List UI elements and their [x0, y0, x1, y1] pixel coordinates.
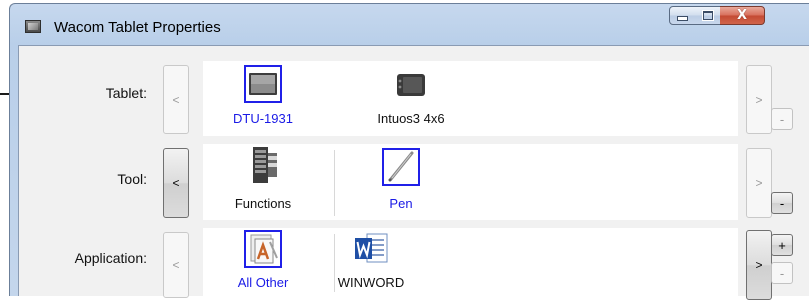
minimize-icon [677, 16, 688, 21]
chevron-left-icon: < [172, 92, 180, 107]
minus-icon: - [779, 111, 785, 127]
plus-icon: + [778, 237, 786, 253]
application-item-label: WINWORD [337, 275, 405, 290]
application-prev-button[interactable]: < [163, 232, 189, 298]
tool-item-label: Pen [389, 196, 413, 211]
minus-icon: - [779, 265, 785, 281]
tablet-item-label: DTU-1931 [233, 111, 293, 126]
remove-tablet-button[interactable]: - [771, 108, 793, 130]
properties-window: Wacom Tablet Properties X Tablet: < DTU-… [9, 3, 809, 300]
application-list: All Other WINWORD [203, 228, 738, 298]
app-icon [25, 20, 41, 33]
tool-item-pen[interactable]: Pen [341, 144, 461, 220]
pen-icon [382, 148, 420, 186]
chevron-left-icon: < [172, 176, 180, 190]
tool-separator [334, 150, 335, 216]
remove-tool-button[interactable]: - [771, 192, 793, 214]
application-item-all-other[interactable]: All Other [203, 228, 323, 298]
word-icon [352, 230, 390, 268]
chevron-left-icon: < [172, 258, 180, 272]
minus-icon: - [779, 195, 785, 211]
close-button[interactable]: X [720, 6, 765, 25]
chevron-right-icon: > [755, 258, 763, 272]
tool-label: Tool: [117, 171, 147, 187]
all-other-apps-icon [244, 230, 282, 268]
minimize-button[interactable] [669, 6, 696, 25]
maximize-icon [701, 10, 714, 21]
title-bar[interactable]: Wacom Tablet Properties X [10, 4, 809, 44]
remove-application-button[interactable]: - [771, 262, 793, 284]
close-icon: X [736, 8, 748, 23]
application-item-winword[interactable]: WINWORD [311, 228, 431, 298]
tablet-label: Tablet: [105, 85, 147, 101]
tool-list: Functions Pen [203, 144, 738, 220]
application-label: Application: [74, 250, 147, 266]
tablet-item-label: Intuos3 4x6 [377, 111, 445, 126]
functions-icon [244, 146, 282, 184]
chevron-right-icon: > [755, 92, 763, 107]
window-title: Wacom Tablet Properties [54, 19, 221, 36]
tablet-item-dtu-1931[interactable]: DTU-1931 [203, 61, 323, 136]
tool-next-button[interactable]: > [746, 148, 772, 218]
tablet-item-intuos3[interactable]: Intuos3 4x6 [351, 61, 471, 136]
tablet-list: DTU-1931 Intuos3 4x6 [203, 61, 738, 136]
properties-content: Tablet: < DTU-1931 Intuos3 4x6 > - Tool:… [18, 45, 809, 300]
tablet-icon [392, 65, 430, 103]
chevron-right-icon: > [755, 176, 763, 190]
tablet-next-button[interactable]: > [746, 65, 772, 134]
tool-item-label: Functions [234, 196, 292, 211]
tablet-prev-button[interactable]: < [163, 65, 189, 134]
add-application-button[interactable]: + [771, 234, 793, 256]
tool-prev-button[interactable]: < [163, 148, 189, 218]
display-tablet-icon [244, 65, 282, 103]
application-item-label: All Other [237, 275, 289, 290]
application-next-button[interactable]: > [746, 230, 772, 300]
tool-item-functions[interactable]: Functions [203, 144, 323, 220]
maximize-button[interactable] [695, 6, 721, 25]
